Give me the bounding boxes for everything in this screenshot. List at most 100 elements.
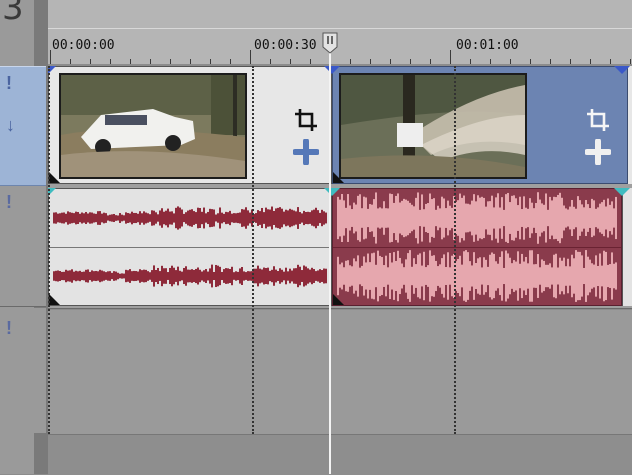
waveform-sample (575, 250, 577, 302)
waveform-sample (249, 212, 251, 224)
ruler-tick (530, 59, 531, 64)
waveform-sample (585, 250, 587, 302)
waveform-sample (513, 260, 515, 292)
waveform-sample (503, 267, 505, 285)
waveform-sample (427, 203, 429, 233)
audio-clip-2-selected[interactable] (332, 188, 622, 306)
waveform-sample (93, 271, 95, 281)
waveform-sample (399, 257, 401, 295)
waveform-sample (495, 197, 497, 239)
crop-icon[interactable] (293, 107, 319, 133)
waveform-sample (561, 197, 563, 239)
waveform-sample (293, 268, 295, 284)
waveform-sample (61, 271, 63, 281)
waveform-sample (393, 252, 395, 300)
playhead-handle-icon[interactable] (322, 32, 338, 54)
waveform-sample (589, 208, 591, 228)
waveform-sample (187, 269, 189, 283)
pan-icon[interactable] (585, 139, 611, 165)
fade-handle[interactable] (324, 188, 340, 196)
waveform-sample (131, 271, 133, 281)
ruler-tick (150, 59, 151, 64)
waveform-sample (517, 251, 519, 301)
waveform-sample (491, 252, 493, 300)
fade-handle[interactable] (324, 66, 340, 74)
waveform-sample (535, 203, 537, 233)
waveform-sample (607, 198, 609, 238)
waveform-sample (255, 213, 257, 223)
waveform-sample (309, 269, 311, 283)
waveform-sample (339, 264, 341, 288)
audio-clip-3-partial[interactable] (622, 188, 632, 306)
waveform-sample (361, 208, 363, 228)
waveform-sample (217, 265, 219, 287)
waveform-sample (543, 260, 545, 292)
waveform-sample (471, 200, 473, 236)
waveform-sample (487, 201, 489, 235)
grid-line (48, 66, 50, 434)
waveform-sample (311, 267, 313, 285)
waveform-sample (403, 198, 405, 238)
waveform-sample (271, 269, 273, 283)
track-fx-icon[interactable]: ! (6, 318, 12, 339)
video-clip-2-selected[interactable] (332, 66, 628, 184)
waveform-sample (309, 212, 311, 224)
fade-handle[interactable] (614, 66, 630, 74)
waveform-sample (297, 207, 299, 229)
waveform-sample (231, 213, 233, 223)
crop-icon[interactable] (585, 107, 611, 133)
waveform-sample (197, 267, 199, 285)
clip-corner-marker (49, 172, 60, 183)
waveform-sample (105, 213, 107, 223)
waveform-sample (493, 253, 495, 299)
waveform-sample (553, 196, 555, 240)
track-fx-icon[interactable]: ! (6, 73, 12, 94)
waveform-sample (343, 200, 345, 236)
waveform-sample (347, 260, 349, 292)
waveform-sample (463, 251, 465, 301)
waveform-sample (349, 265, 351, 287)
waveform-sample (135, 271, 137, 281)
waveform-sample (313, 209, 315, 227)
waveform-sample (203, 270, 205, 282)
audio-clip-1[interactable] (48, 188, 332, 306)
waveform-sample (245, 272, 247, 280)
track-expand-icon[interactable]: ↓ (6, 115, 15, 136)
audio-track-header[interactable]: ! (0, 186, 46, 307)
waveform-sample (521, 253, 523, 299)
waveform-sample (233, 272, 235, 280)
fade-handle[interactable] (614, 188, 630, 196)
video-track-header[interactable]: ! ↓ (0, 66, 46, 186)
waveform-sample (137, 271, 139, 281)
waveform-sample (91, 270, 93, 282)
waveform-sample (477, 258, 479, 294)
timeline-ruler[interactable]: 00:00:00 00:00:30 00:01:00 (48, 0, 632, 64)
waveform-sample (139, 269, 141, 283)
video-clip-3-partial[interactable] (628, 66, 632, 184)
waveform-sample (425, 267, 427, 285)
audio-waveform-2 (337, 192, 617, 302)
waveform-sample (511, 263, 513, 289)
waveform-sample (431, 255, 433, 297)
waveform-sample (397, 250, 399, 302)
track-fx-icon[interactable]: ! (6, 192, 12, 213)
waveform-sample (89, 271, 91, 281)
waveform-sample (519, 196, 521, 240)
pan-icon[interactable] (293, 139, 319, 165)
waveform-sample (597, 265, 599, 287)
waveform-sample (67, 211, 69, 225)
empty-track-header[interactable]: ! (0, 308, 46, 433)
waveform-sample (519, 263, 521, 289)
playhead-cursor[interactable] (329, 44, 331, 474)
waveform-sample (609, 204, 611, 232)
waveform-sample (173, 267, 175, 285)
waveform-sample (533, 264, 535, 288)
waveform-sample (107, 215, 109, 221)
waveform-sample (605, 206, 607, 230)
waveform-sample (525, 207, 527, 229)
waveform-sample (83, 271, 85, 281)
waveform-sample (529, 198, 531, 238)
empty-track-lane[interactable] (48, 310, 632, 434)
waveform-sample (159, 271, 161, 281)
video-clip-1[interactable] (48, 66, 332, 184)
